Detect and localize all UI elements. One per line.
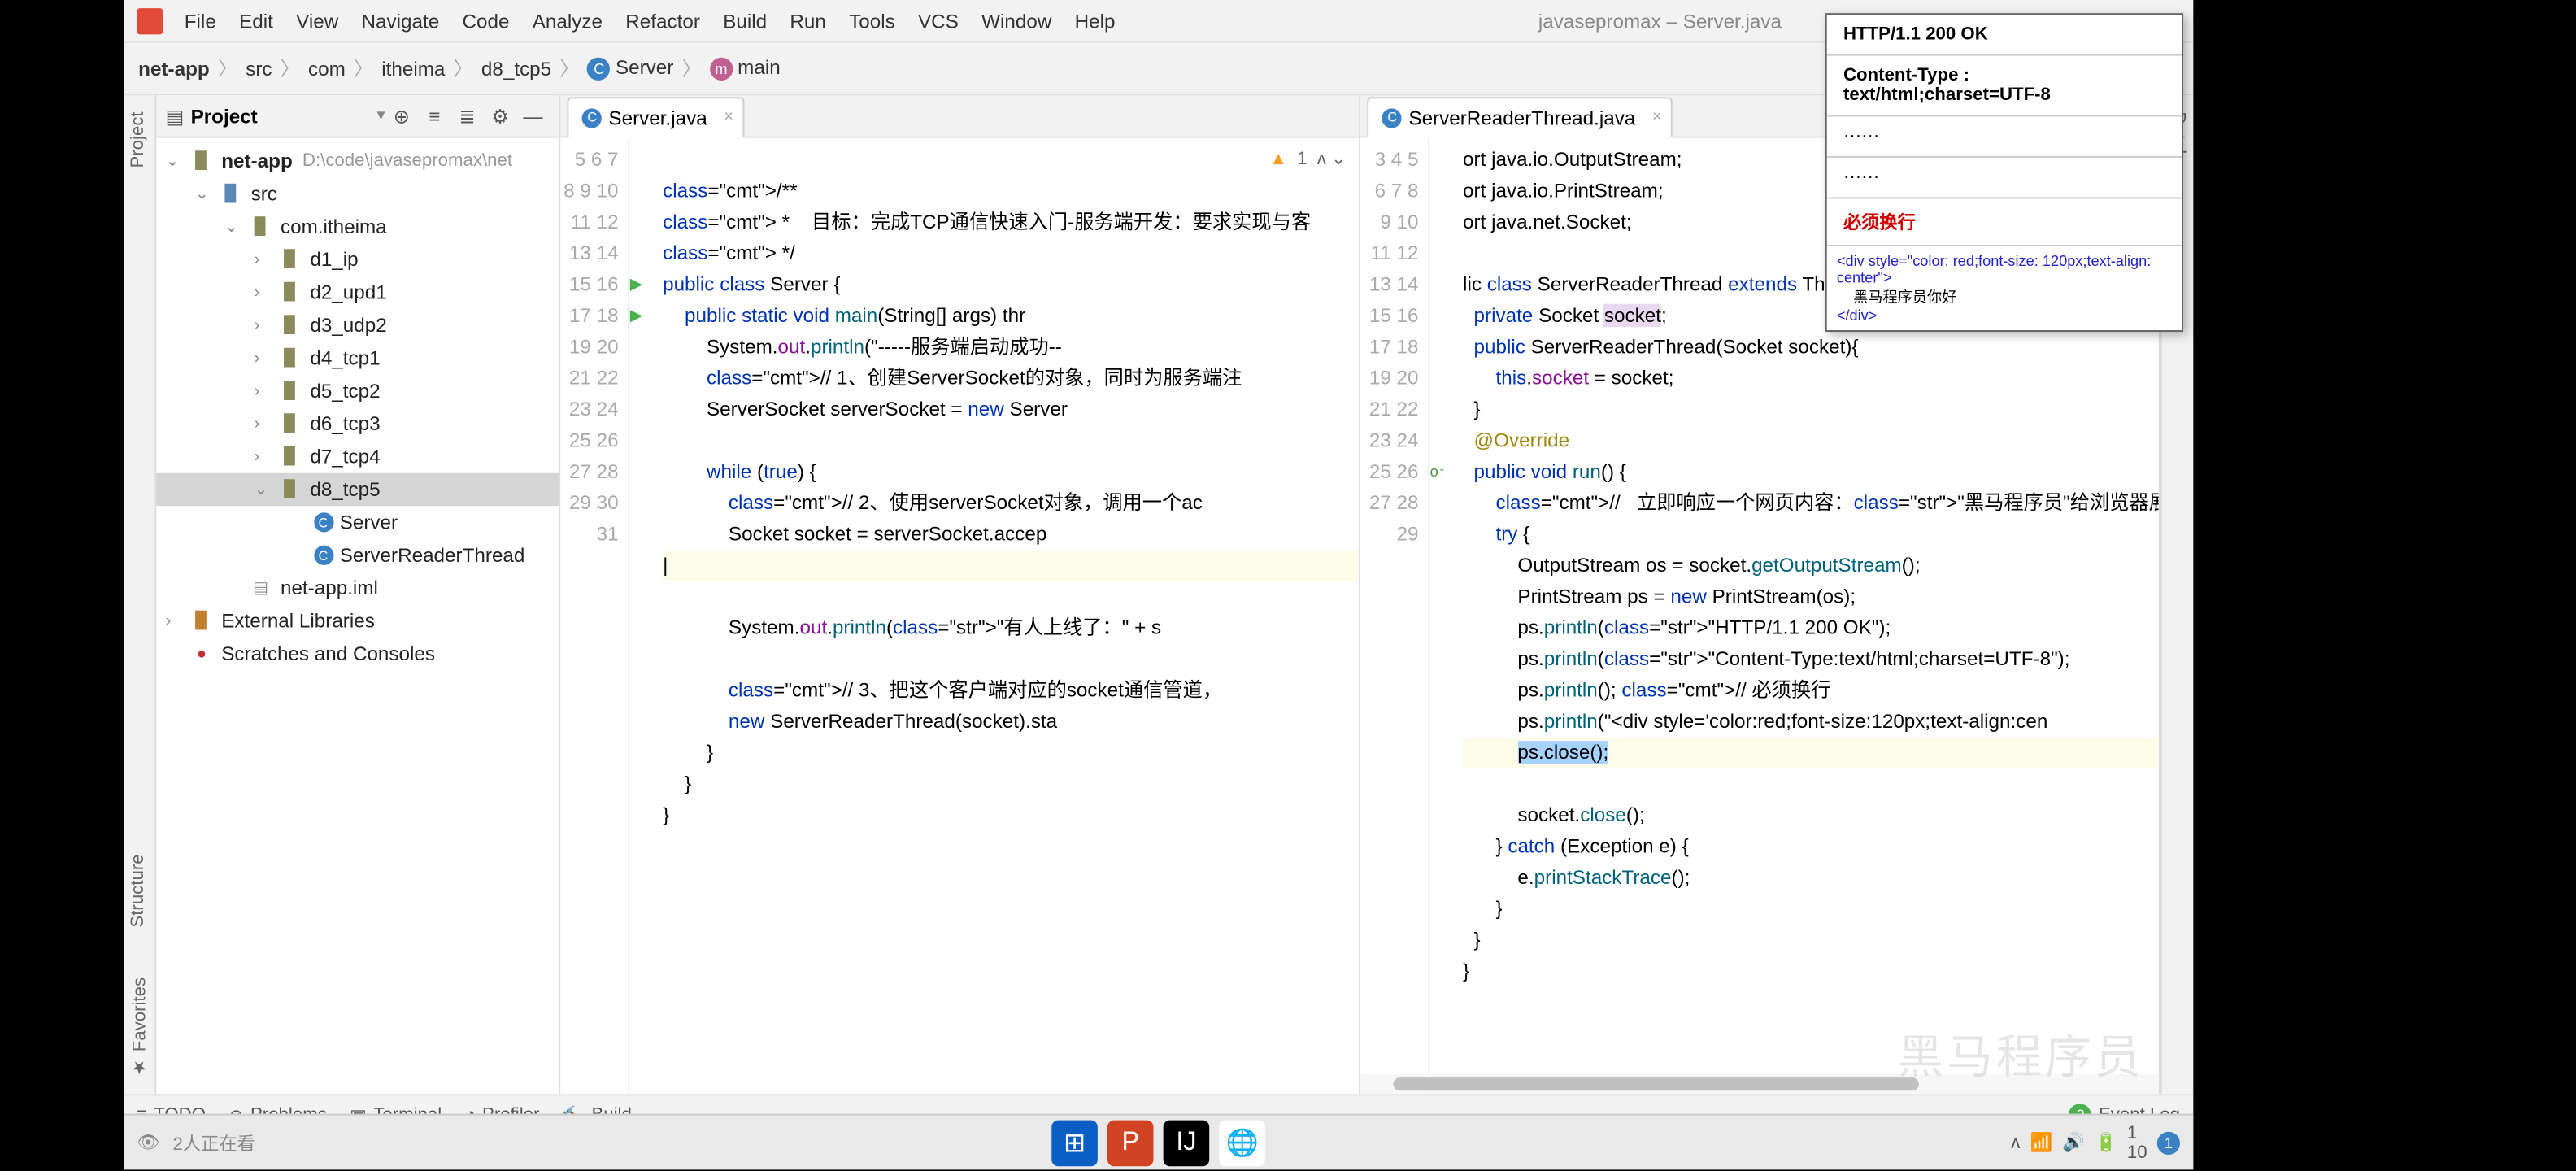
wifi-icon[interactable]: 📶 — [2030, 1132, 2052, 1153]
inspection-badge[interactable]: ▲1 ʌ ⌄ — [1269, 148, 1347, 169]
code-editor-left[interactable]: ▲1 ʌ ⌄ 5 6 7 8 9 10 11 12 13 14 15 16 17… — [561, 138, 1360, 1095]
bc-itheima[interactable]: itheima — [376, 57, 450, 80]
menu-refactor[interactable]: Refactor — [614, 9, 711, 32]
close-icon[interactable]: × — [724, 108, 733, 126]
tool-project[interactable]: Project — [129, 111, 149, 168]
menu-run[interactable]: Run — [778, 9, 838, 32]
tool-structure[interactable]: Structure — [129, 854, 149, 927]
class-icon: C — [1382, 107, 1402, 127]
class-icon: C — [313, 512, 333, 532]
menu-vcs[interactable]: VCS — [907, 9, 970, 32]
bc-main[interactable]: mmain — [705, 56, 785, 81]
tab-serverreader[interactable]: C ServerReaderThread.java × — [1368, 97, 1673, 137]
close-icon[interactable]: × — [1652, 108, 1662, 126]
volume-icon[interactable]: 🔊 — [2062, 1132, 2085, 1153]
warning-icon: ▲ — [1269, 149, 1287, 168]
bc-com[interactable]: com — [303, 57, 350, 80]
battery-icon[interactable]: 🔋 — [2095, 1132, 2117, 1153]
collapse-icon[interactable]: ≣ — [451, 104, 484, 127]
tray-chevron-icon[interactable]: ʌ — [2011, 1133, 2020, 1152]
menu-file[interactable]: File — [173, 9, 228, 32]
bc-server[interactable]: CServer — [583, 56, 679, 81]
locate-icon[interactable]: ⊕ — [385, 104, 418, 127]
ov-status-line: HTTP/1.1 200 OK — [1827, 15, 2182, 56]
menu-build[interactable]: Build — [711, 9, 778, 32]
ov-newline-note: 必须换行 — [1827, 198, 2182, 246]
menu-navigate[interactable]: Navigate — [350, 9, 450, 32]
ov-dots: ······ — [1827, 158, 2182, 199]
project-header: ▤ Project ▾ ⊕ ≡ ≣ ⚙ — — [155, 95, 559, 138]
ov-content-type: Content-Type : text/html;charset=UTF-8 — [1827, 56, 2182, 117]
method-icon: m — [710, 58, 733, 81]
breadcrumb: net-app 〉 src 〉 com 〉 itheima 〉 d8_tcp5 … — [133, 54, 785, 82]
gear-icon[interactable]: ⚙ — [484, 104, 516, 127]
chrome-icon[interactable]: 🌐 — [1219, 1120, 1265, 1166]
project-tool-window: ▤ Project ▾ ⊕ ≡ ≣ ⚙ — ⌄▉net-appD:\code\j… — [155, 95, 560, 1094]
ov-html-snippet: <div style="color: red;font-size: 120px;… — [1827, 246, 2182, 330]
project-view-icon: ▤ — [166, 104, 185, 127]
menu-window[interactable]: Window — [970, 9, 1064, 32]
http-response-overlay: HTTP/1.1 200 OK Content-Type : text/html… — [1825, 13, 2183, 332]
intellij-icon[interactable]: IJ — [1164, 1120, 1210, 1166]
tool-favorites[interactable]: ★ Favorites — [128, 977, 150, 1077]
menu-tools[interactable]: Tools — [838, 9, 907, 32]
windows-start-icon[interactable]: ⊞ — [1051, 1120, 1098, 1166]
menu-view[interactable]: View — [285, 9, 350, 32]
powerpoint-icon[interactable]: P — [1107, 1120, 1154, 1166]
notification-badge[interactable]: 1 — [2157, 1131, 2180, 1154]
editor-left: C Server.java × ▲1 ʌ ⌄ 5 6 7 8 9 10 11 1… — [561, 95, 1361, 1094]
menu-edit[interactable]: Edit — [228, 9, 285, 32]
menu-help[interactable]: Help — [1064, 9, 1127, 32]
intellij-icon — [137, 7, 163, 33]
hide-icon[interactable]: — — [516, 104, 549, 127]
ov-dots: ······ — [1827, 116, 2182, 158]
class-icon: C — [313, 546, 333, 565]
systray: ʌ 📶 🔊 🔋 110 1 — [2011, 1123, 2180, 1162]
tab-server[interactable]: C Server.java × — [568, 97, 745, 137]
class-icon: C — [588, 58, 611, 81]
viewers-count: 👁 2人正在看 — [137, 1130, 255, 1156]
project-title[interactable]: Project — [191, 104, 377, 127]
project-tree[interactable]: ⌄▉net-appD:\code\javasepromax\net ⌄▉src … — [155, 138, 559, 1095]
expand-icon[interactable]: ≡ — [418, 104, 450, 127]
windows-taskbar: 👁 2人正在看 ⊞ P IJ 🌐 ʌ 📶 🔊 🔋 110 1 — [124, 1114, 2193, 1170]
menu-analyze[interactable]: Analyze — [521, 9, 615, 32]
class-icon: C — [582, 107, 602, 127]
bc-project[interactable]: net-app — [133, 57, 215, 80]
clock[interactable]: 110 — [2127, 1123, 2147, 1162]
window-title: javasepromax – Server.java — [1538, 9, 1782, 32]
bc-d8[interactable]: d8_tcp5 — [476, 57, 556, 80]
bc-src[interactable]: src — [241, 57, 276, 80]
left-tool-strip: Project Structure ★ Favorites — [124, 95, 155, 1094]
menu-code[interactable]: Code — [450, 9, 520, 32]
watermark: 黑马程序员 — [1898, 1021, 2144, 1087]
